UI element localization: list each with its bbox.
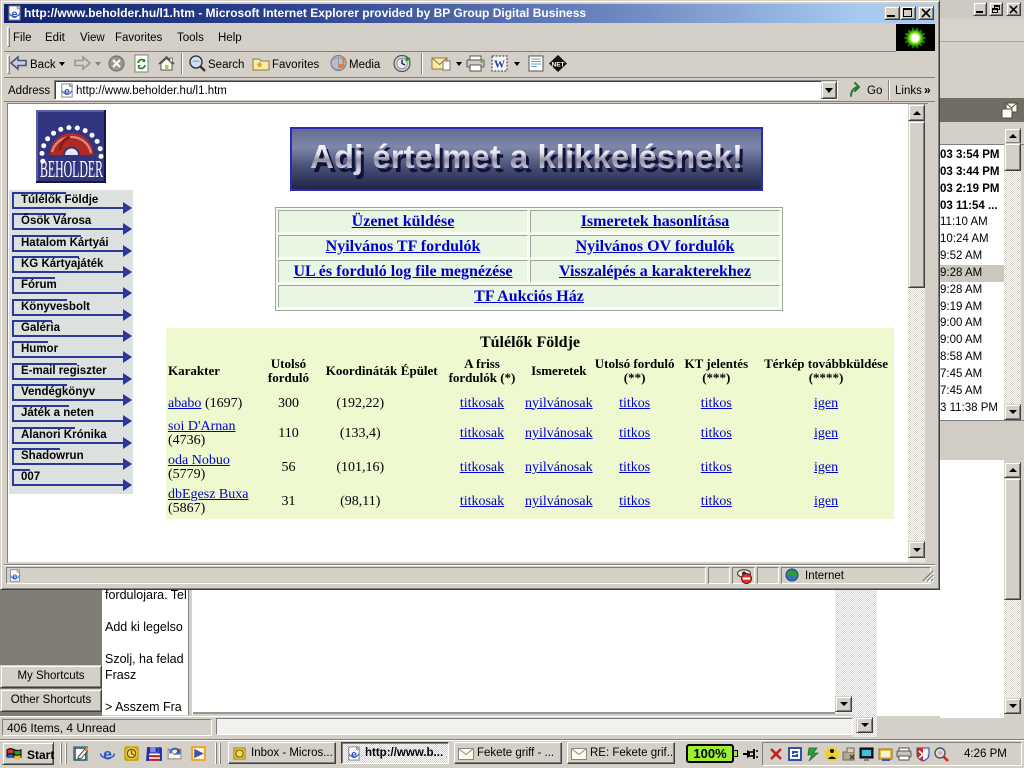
svg-text:BEHOLDER: BEHOLDER xyxy=(40,157,103,183)
svg-text:W: W xyxy=(494,59,505,71)
svg-text:NET: NET xyxy=(552,62,565,69)
